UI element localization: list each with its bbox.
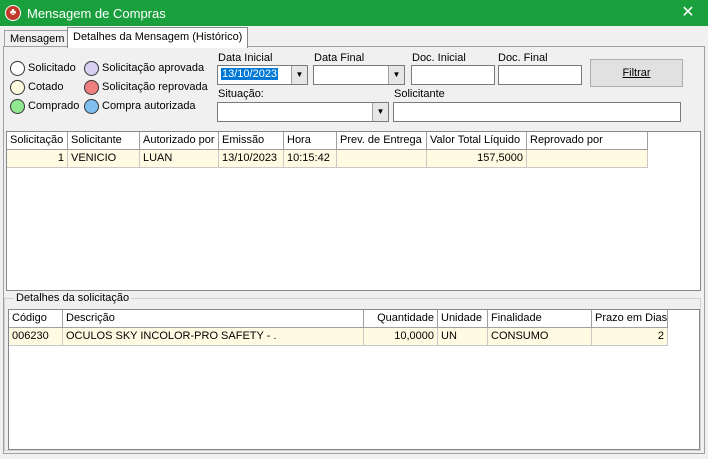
detalhes-grid[interactable]: Código Descrição Quantidade Unidade Fina…	[8, 309, 700, 450]
table-cell	[527, 150, 648, 168]
calendar-dropdown-icon[interactable]: ▼	[291, 66, 307, 84]
legend-label: Comprado	[28, 100, 80, 112]
doc-final-field[interactable]	[498, 65, 582, 85]
tab-mensagem[interactable]: Mensagem	[4, 30, 71, 47]
app-logo-icon: ♣	[5, 5, 21, 21]
column-header[interactable]: Unidade	[438, 310, 488, 328]
doc-inicial-label: Doc. Inicial	[412, 52, 466, 64]
data-inicial-value: 13/10/2023	[221, 68, 279, 80]
data-inicial-field[interactable]: 13/10/2023 ▼	[217, 65, 308, 85]
table-cell: OCULOS SKY INCOLOR-PRO SAFETY - .	[63, 328, 364, 346]
solicitante-label: Solicitante	[394, 88, 445, 100]
column-header[interactable]: Reprovado por	[527, 132, 648, 150]
table-cell: 157,5000	[427, 150, 527, 168]
column-header[interactable]: Finalidade	[488, 310, 592, 328]
status-dot-icon	[84, 98, 99, 114]
data-final-field[interactable]: ▼	[313, 65, 405, 85]
doc-final-label: Doc. Final	[498, 52, 548, 64]
table-cell: VENICIO	[68, 150, 140, 168]
data-final-label: Data Final	[314, 52, 365, 64]
legend-item-comprado: Comprado	[10, 98, 79, 114]
filtrar-button[interactable]: Filtrar	[590, 59, 683, 87]
legend-item-solicitacao-aprovada: Solicitação aprovada	[84, 60, 204, 76]
legend-item-solicitado: Solicitado	[10, 60, 76, 76]
column-header[interactable]: Emissão	[219, 132, 284, 150]
legend-item-compra-autorizada: Compra autorizada	[84, 98, 196, 114]
legend-label: Cotado	[28, 81, 64, 93]
table-cell: LUAN	[140, 150, 219, 168]
legend-label: Solicitação aprovada	[102, 62, 205, 74]
table-cell: 006230	[9, 328, 63, 346]
title-bar: ♣ Mensagem de Compras ✕	[0, 0, 708, 26]
column-header[interactable]: Quantidade	[364, 310, 438, 328]
column-header[interactable]: Prazo em Dias	[592, 310, 668, 328]
table-cell: 10:15:42	[284, 150, 337, 168]
legend-label: Solicitação reprovada	[102, 81, 208, 93]
table-cell: CONSUMO	[488, 328, 592, 346]
legend-label: Compra autorizada	[102, 100, 196, 112]
chevron-down-icon[interactable]: ▼	[372, 103, 388, 121]
filtrar-button-label: Filtrar	[622, 67, 651, 79]
situacao-label: Situação:	[218, 88, 264, 100]
window-title: Mensagem de Compras	[27, 6, 166, 21]
doc-inicial-field[interactable]	[411, 65, 495, 85]
status-dot-icon	[10, 79, 25, 95]
table-cell: 13/10/2023	[219, 150, 284, 168]
situacao-select[interactable]: ▼	[217, 102, 389, 122]
column-header[interactable]: Código	[9, 310, 63, 328]
solicitante-field[interactable]	[393, 102, 681, 122]
column-header[interactable]: Solicitante	[68, 132, 140, 150]
legend-item-cotado: Cotado	[10, 79, 63, 95]
column-header[interactable]: Autorizado por	[140, 132, 219, 150]
status-dot-icon	[10, 60, 25, 76]
table-cell: 1	[7, 150, 68, 168]
column-header[interactable]: Hora	[284, 132, 337, 150]
status-dot-icon	[84, 79, 99, 95]
column-header[interactable]: Solicitação	[7, 132, 68, 150]
close-icon[interactable]: ✕	[668, 0, 708, 26]
table-cell: 2	[592, 328, 668, 346]
legend-label: Solicitado	[28, 62, 76, 74]
calendar-dropdown-icon[interactable]: ▼	[388, 66, 404, 84]
tab-detalhes-historico[interactable]: Detalhes da Mensagem (Histórico)	[67, 27, 249, 48]
table-cell: 10,0000	[364, 328, 438, 346]
legend-item-solicitacao-reprovada: Solicitação reprovada	[84, 79, 208, 95]
column-header[interactable]: Prev. de Entrega	[337, 132, 427, 150]
table-cell	[337, 150, 427, 168]
solicitacoes-grid[interactable]: Solicitação Solicitante Autorizado por E…	[6, 131, 701, 291]
table-cell: UN	[438, 328, 488, 346]
column-header[interactable]: Descrição	[63, 310, 364, 328]
column-header[interactable]: Valor Total Líquido	[427, 132, 527, 150]
detalhes-group-label: Detalhes da solicitação	[14, 292, 132, 304]
window: ♣ Mensagem de Compras ✕ Mensagem Detalhe…	[0, 0, 708, 459]
data-inicial-label: Data Inicial	[218, 52, 273, 64]
status-dot-icon	[84, 60, 99, 76]
status-dot-icon	[10, 98, 25, 114]
